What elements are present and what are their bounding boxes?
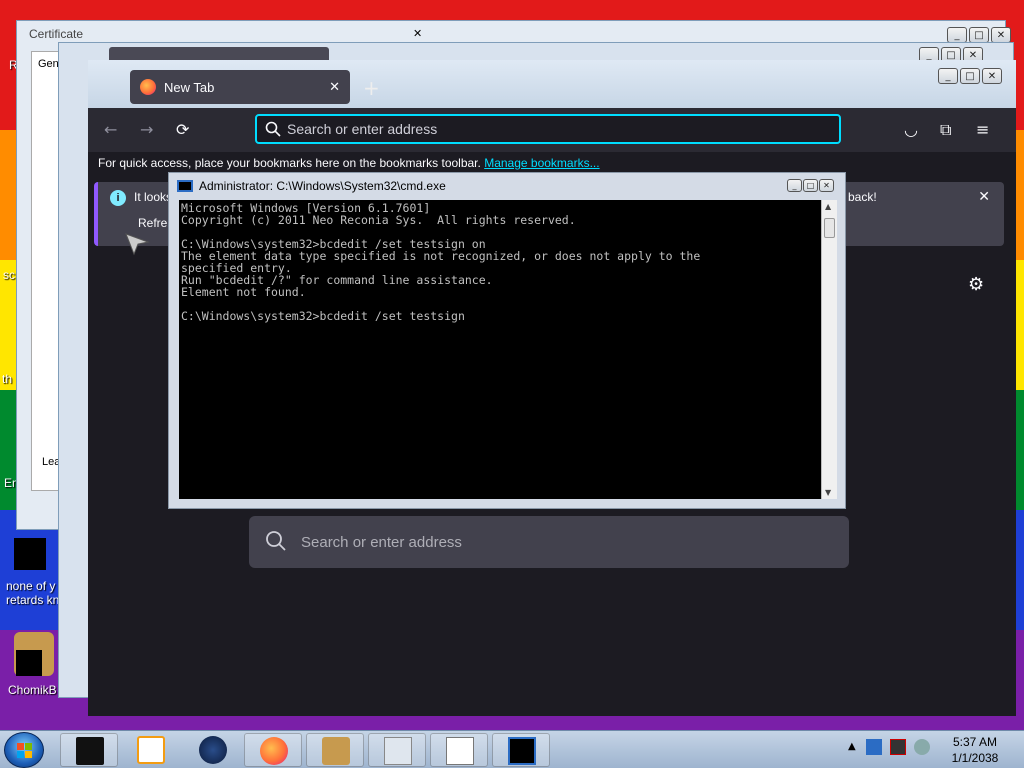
close-button[interactable]: ✕ bbox=[819, 179, 834, 192]
info-icon: i bbox=[110, 190, 126, 206]
scroll-up-arrow-icon[interactable]: ▲ bbox=[825, 202, 831, 211]
window-controls: _ □ ✕ bbox=[787, 179, 834, 192]
mouse-cursor-icon bbox=[125, 233, 150, 256]
desktop-icon-label: ChomikB bbox=[8, 683, 57, 697]
taskbar-app-globe[interactable] bbox=[184, 733, 242, 767]
scroll-down-arrow-icon[interactable]: ▼ bbox=[825, 488, 831, 497]
new-tab-plus-icon[interactable]: + bbox=[363, 76, 380, 100]
scrollbar-thumb[interactable] bbox=[824, 218, 835, 238]
console-line: C:\Windows\system32>bcdedit /set testsig… bbox=[181, 309, 465, 323]
shield-icon[interactable] bbox=[866, 739, 882, 755]
tab-new-tab[interactable]: New Tab ✕ bbox=[130, 70, 350, 104]
scrollbar[interactable]: ▲ ▼ bbox=[821, 200, 837, 499]
console-line: Copyright (c) 2011 Neo Reconia Sys. All … bbox=[181, 213, 576, 227]
taskbar-app-media[interactable] bbox=[122, 733, 180, 767]
tab-title: New Tab bbox=[164, 79, 215, 95]
cmd-title: Administrator: C:\Windows\System32\cmd.e… bbox=[199, 179, 446, 193]
taskbar-app-certificate[interactable] bbox=[368, 733, 426, 767]
hamster-box-icon bbox=[322, 737, 350, 765]
certificate-icon bbox=[384, 737, 412, 765]
console-output[interactable]: Microsoft Windows [Version 6.1.7601] Copy… bbox=[179, 200, 821, 499]
taskbar-app-document[interactable] bbox=[430, 733, 488, 767]
home-search-placeholder: Search or enter address bbox=[301, 533, 462, 551]
close-icon[interactable]: ✕ bbox=[329, 79, 340, 95]
monitor-icon[interactable] bbox=[890, 739, 906, 755]
show-hidden-icons-arrow-icon[interactable]: ▲ bbox=[848, 741, 856, 752]
taskbar-app-hamster[interactable] bbox=[306, 733, 364, 767]
reload-icon[interactable]: ⟳ bbox=[176, 120, 189, 140]
menu-icon[interactable]: ≡ bbox=[976, 120, 989, 139]
address-bar[interactable]: Search or enter address bbox=[255, 114, 841, 144]
document-icon bbox=[446, 737, 474, 765]
minimize-button[interactable]: _ bbox=[787, 179, 802, 192]
hamster-box-icon bbox=[14, 632, 54, 676]
window-controls: _ □ ✕ bbox=[947, 27, 1011, 43]
bookmarks-prompt: For quick access, place your bookmarks h… bbox=[98, 156, 481, 170]
firefox-logo-icon bbox=[140, 79, 156, 95]
desktop-icon-label: none of y retards kn bbox=[6, 579, 60, 607]
taskbar: ▲ 5:37 AM 1/1/2038 bbox=[0, 730, 1024, 768]
minimize-button[interactable]: _ bbox=[938, 68, 958, 84]
media-player-icon bbox=[137, 736, 165, 764]
taskbar-app-terminal[interactable] bbox=[60, 733, 118, 767]
pocket-icon[interactable]: ◡ bbox=[904, 120, 918, 139]
extensions-icon[interactable]: ⧉ bbox=[940, 120, 951, 140]
notification-text: It looks bbox=[134, 190, 173, 204]
notification-text-end: back! bbox=[848, 190, 877, 204]
desktop-side-label: sc bbox=[3, 268, 15, 282]
console-line: Element not found. bbox=[181, 285, 306, 299]
firefox-toolbar: ← → ⟳ Search or enter address ◡ ⧉ ≡ bbox=[88, 108, 1016, 152]
certificate-title: Certificate bbox=[29, 27, 84, 41]
terminal-icon bbox=[76, 737, 104, 765]
gear-icon[interactable]: ⚙ bbox=[968, 274, 984, 295]
windows-logo-icon bbox=[17, 743, 32, 758]
minimize-button[interactable]: _ bbox=[947, 27, 967, 43]
maximize-button[interactable]: □ bbox=[969, 27, 989, 43]
manage-bookmarks-link[interactable]: Manage bookmarks... bbox=[484, 156, 599, 170]
search-icon bbox=[265, 121, 281, 137]
bookmarks-toolbar: For quick access, place your bookmarks h… bbox=[98, 156, 600, 170]
cmd-window[interactable]: Administrator: C:\Windows\System32\cmd.e… bbox=[168, 172, 846, 509]
address-bar-placeholder: Search or enter address bbox=[287, 121, 438, 137]
close-icon[interactable]: ✕ bbox=[978, 188, 990, 205]
firefox-logo-icon bbox=[260, 737, 288, 765]
start-button[interactable] bbox=[4, 732, 44, 768]
desktop-side-label: th bbox=[2, 372, 13, 386]
refresh-button[interactable]: Refre bbox=[138, 216, 167, 230]
cmd-icon bbox=[177, 180, 193, 192]
speaker-icon[interactable] bbox=[914, 739, 930, 755]
home-search-input[interactable]: Search or enter address bbox=[249, 516, 849, 568]
black-square-icon bbox=[14, 538, 46, 570]
maximize-button[interactable]: □ bbox=[803, 179, 818, 192]
maximize-button[interactable]: □ bbox=[960, 68, 980, 84]
cmd-icon bbox=[508, 737, 536, 765]
close-button[interactable]: ✕ bbox=[991, 27, 1011, 43]
system-clock[interactable]: 5:37 AM 1/1/2038 bbox=[940, 734, 1010, 766]
desktop-icon-chomik[interactable] bbox=[14, 632, 54, 676]
taskbar-app-cmd[interactable] bbox=[492, 733, 550, 767]
taskbar-app-firefox[interactable] bbox=[244, 733, 302, 767]
cmd-titlebar: Administrator: C:\Windows\System32\cmd.e… bbox=[177, 179, 446, 193]
clock-date: 1/1/2038 bbox=[951, 751, 999, 765]
window-controls: _ □ ✕ bbox=[938, 68, 1002, 84]
close-button[interactable]: ✕ bbox=[982, 68, 1002, 84]
search-icon bbox=[266, 531, 286, 551]
back-arrow-icon[interactable]: ← bbox=[104, 120, 117, 140]
forward-arrow-icon[interactable]: → bbox=[140, 120, 153, 140]
globe-icon bbox=[199, 736, 227, 764]
desktop-icon-none[interactable] bbox=[14, 538, 46, 570]
firefox-titlebar: New Tab ✕ + _ □ ✕ bbox=[88, 60, 1016, 108]
clock-time: 5:37 AM bbox=[952, 735, 998, 749]
tab-general[interactable]: Gen bbox=[38, 58, 59, 70]
close-icon[interactable]: ✕ bbox=[413, 27, 422, 40]
